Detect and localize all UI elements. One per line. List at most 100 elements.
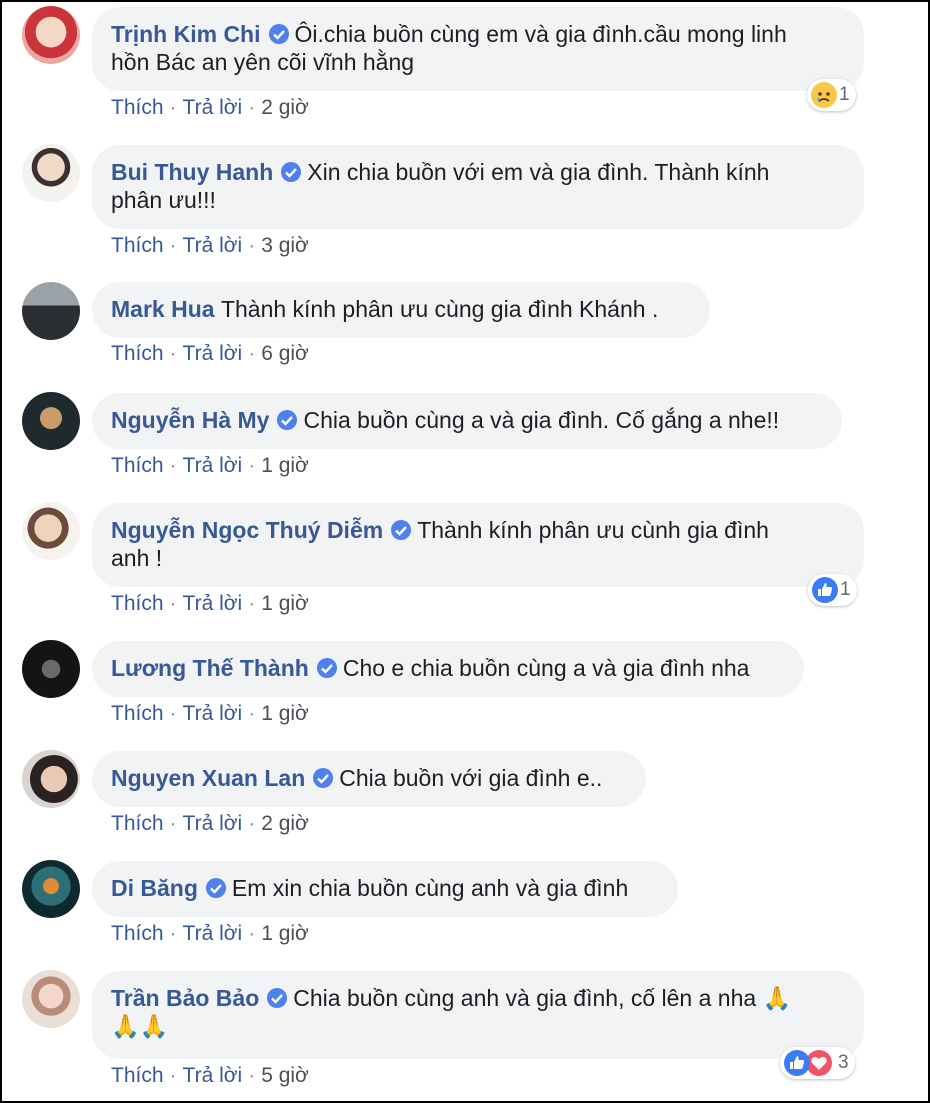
- reaction-count: 1: [840, 579, 851, 600]
- reply-link[interactable]: Trả lời: [183, 1064, 243, 1087]
- author-name[interactable]: Trịnh Kim Chi: [111, 21, 261, 47]
- like-link[interactable]: Thích: [111, 922, 164, 945]
- avatar[interactable]: [22, 750, 80, 808]
- separator: ·: [169, 342, 177, 365]
- separator: ·: [169, 454, 177, 477]
- reaction-summary[interactable]: 1: [808, 574, 857, 606]
- sad-icon: [811, 82, 837, 108]
- like-link[interactable]: Thích: [111, 702, 164, 725]
- like-link[interactable]: Thích: [111, 592, 164, 615]
- separator: ·: [169, 234, 177, 257]
- like-link[interactable]: Thích: [111, 812, 164, 835]
- verified-badge-icon: [391, 520, 412, 540]
- author-name[interactable]: Di Băng: [111, 875, 198, 901]
- avatar[interactable]: [22, 860, 80, 918]
- comment-bubble: Nguyen Xuan Lan Chia buồn với gia đình e.…: [92, 751, 646, 807]
- avatar[interactable]: [22, 282, 80, 340]
- reply-link[interactable]: Trả lời: [183, 96, 243, 119]
- timestamp[interactable]: 1 giờ: [261, 454, 309, 477]
- comment-bubble: Di Băng Em xin chia buồn cùng anh và gia …: [92, 861, 678, 917]
- avatar[interactable]: [22, 6, 80, 64]
- like-link[interactable]: Thích: [111, 1064, 164, 1087]
- author-name[interactable]: Nguyễn Hà My: [111, 407, 269, 433]
- timestamp[interactable]: 3 giờ: [261, 234, 309, 257]
- separator: ·: [248, 922, 256, 945]
- author-name[interactable]: Lương Thế Thành: [111, 655, 309, 681]
- author-name[interactable]: Nguyen Xuan Lan: [111, 765, 305, 791]
- timestamp[interactable]: 1 giờ: [261, 922, 309, 945]
- reaction-summary[interactable]: 1: [807, 79, 856, 111]
- like-link[interactable]: Thích: [111, 454, 164, 477]
- timestamp[interactable]: 2 giờ: [261, 96, 309, 119]
- reply-link[interactable]: Trả lời: [183, 342, 243, 365]
- author-name[interactable]: Nguyễn Ngọc Thuý Diễm: [111, 517, 383, 543]
- comment-actions: Thích · Trả lời · 2 giờ: [111, 811, 309, 837]
- verified-badge-icon: [313, 768, 334, 788]
- reply-link[interactable]: Trả lời: [183, 702, 243, 725]
- reply-link[interactable]: Trả lời: [183, 234, 243, 257]
- reaction-summary[interactable]: 3: [780, 1047, 855, 1079]
- reply-link[interactable]: Trả lời: [183, 592, 243, 615]
- separator: ·: [169, 922, 177, 945]
- avatar[interactable]: [22, 502, 80, 560]
- comment-text: 🙏🙏: [111, 1013, 169, 1039]
- separator: ·: [248, 702, 256, 725]
- reply-link[interactable]: Trả lời: [183, 454, 243, 477]
- separator: ·: [248, 1064, 256, 1087]
- comment-text: Thành kính phân ưu cùng gia đình Khánh .: [220, 296, 659, 322]
- separator: ·: [248, 96, 256, 119]
- timestamp[interactable]: 1 giờ: [261, 702, 309, 725]
- separator: ·: [169, 96, 177, 119]
- comment-actions: Thích · Trả lời · 1 giờ: [111, 701, 309, 727]
- verified-badge-icon: [281, 162, 302, 182]
- author-name[interactable]: Bui Thuy Hanh: [111, 159, 273, 185]
- comment-text: Ôi.chia buồn cùng em và gia đình.cầu mon…: [294, 21, 787, 47]
- verified-badge-icon: [277, 410, 298, 430]
- like-link[interactable]: Thích: [111, 234, 164, 257]
- reply-link[interactable]: Trả lời: [183, 922, 243, 945]
- avatar[interactable]: [22, 970, 80, 1028]
- comment-text: Em xin chia buồn cùng anh và gia đình: [231, 875, 629, 901]
- verified-badge-icon: [316, 658, 337, 678]
- avatar[interactable]: [22, 392, 80, 450]
- like-link[interactable]: Thích: [111, 342, 164, 365]
- comment-text: Chia buồn cùng anh và gia đình, cố lên a…: [293, 985, 792, 1011]
- author-name[interactable]: Mark Hua: [111, 296, 215, 322]
- reply-link[interactable]: Trả lời: [183, 812, 243, 835]
- comment-text: Chia buồn với gia đình e..: [339, 765, 603, 791]
- comment-text: Thành kính phân ưu cùnh gia đình: [417, 517, 769, 543]
- comment-actions: Thích · Trả lời · 1 giờ: [111, 453, 309, 479]
- comment-text: phân ưu!!!: [111, 187, 216, 213]
- like-icon: [812, 577, 838, 603]
- comment-bubble: Trần Bảo Bảo Chia buồn cùng anh và gia đì…: [92, 971, 864, 1059]
- separator: ·: [248, 592, 256, 615]
- verified-badge-icon: [268, 24, 289, 44]
- comment-actions: Thích · Trả lời · 5 giờ: [111, 1063, 309, 1089]
- separator: ·: [248, 454, 256, 477]
- comment-bubble: Nguyễn Hà My Chia buồn cùng a và gia đình…: [92, 393, 842, 449]
- author-name[interactable]: Trần Bảo Bảo: [111, 985, 259, 1011]
- comment-bubble: Mark Hua Thành kính phân ưu cùng gia đìn…: [92, 282, 710, 338]
- comment-bubble: Trịnh Kim Chi Ôi.chia buồn cùng em và gia…: [92, 7, 864, 91]
- timestamp[interactable]: 6 giờ: [261, 342, 309, 365]
- like-link[interactable]: Thích: [111, 96, 164, 119]
- like-icon: [784, 1050, 810, 1076]
- comment-bubble: Lương Thế Thành Cho e chia buồn cùng a và…: [92, 641, 804, 697]
- reaction-count: 1: [839, 84, 850, 105]
- separator: ·: [248, 342, 256, 365]
- comment-text: anh !: [111, 545, 163, 571]
- timestamp[interactable]: 2 giờ: [261, 812, 309, 835]
- verified-badge-icon: [205, 878, 226, 898]
- separator: ·: [169, 812, 177, 835]
- timestamp[interactable]: 5 giờ: [261, 1064, 309, 1087]
- comment-actions: Thích · Trả lời · 3 giờ: [111, 233, 309, 259]
- avatar[interactable]: [22, 144, 80, 202]
- timestamp[interactable]: 1 giờ: [261, 592, 309, 615]
- separator: ·: [169, 1064, 177, 1087]
- comments-panel: Trịnh Kim Chi Ôi.chia buồn cùng em và gia…: [0, 0, 930, 1103]
- verified-badge-icon: [267, 988, 288, 1008]
- avatar[interactable]: [22, 640, 80, 698]
- comment-actions: Thích · Trả lời · 2 giờ: [111, 95, 309, 121]
- comment-actions: Thích · Trả lời · 6 giờ: [111, 341, 309, 367]
- comment-text: Chia buồn cùng a và gia đình. Cố gắng a …: [303, 407, 780, 433]
